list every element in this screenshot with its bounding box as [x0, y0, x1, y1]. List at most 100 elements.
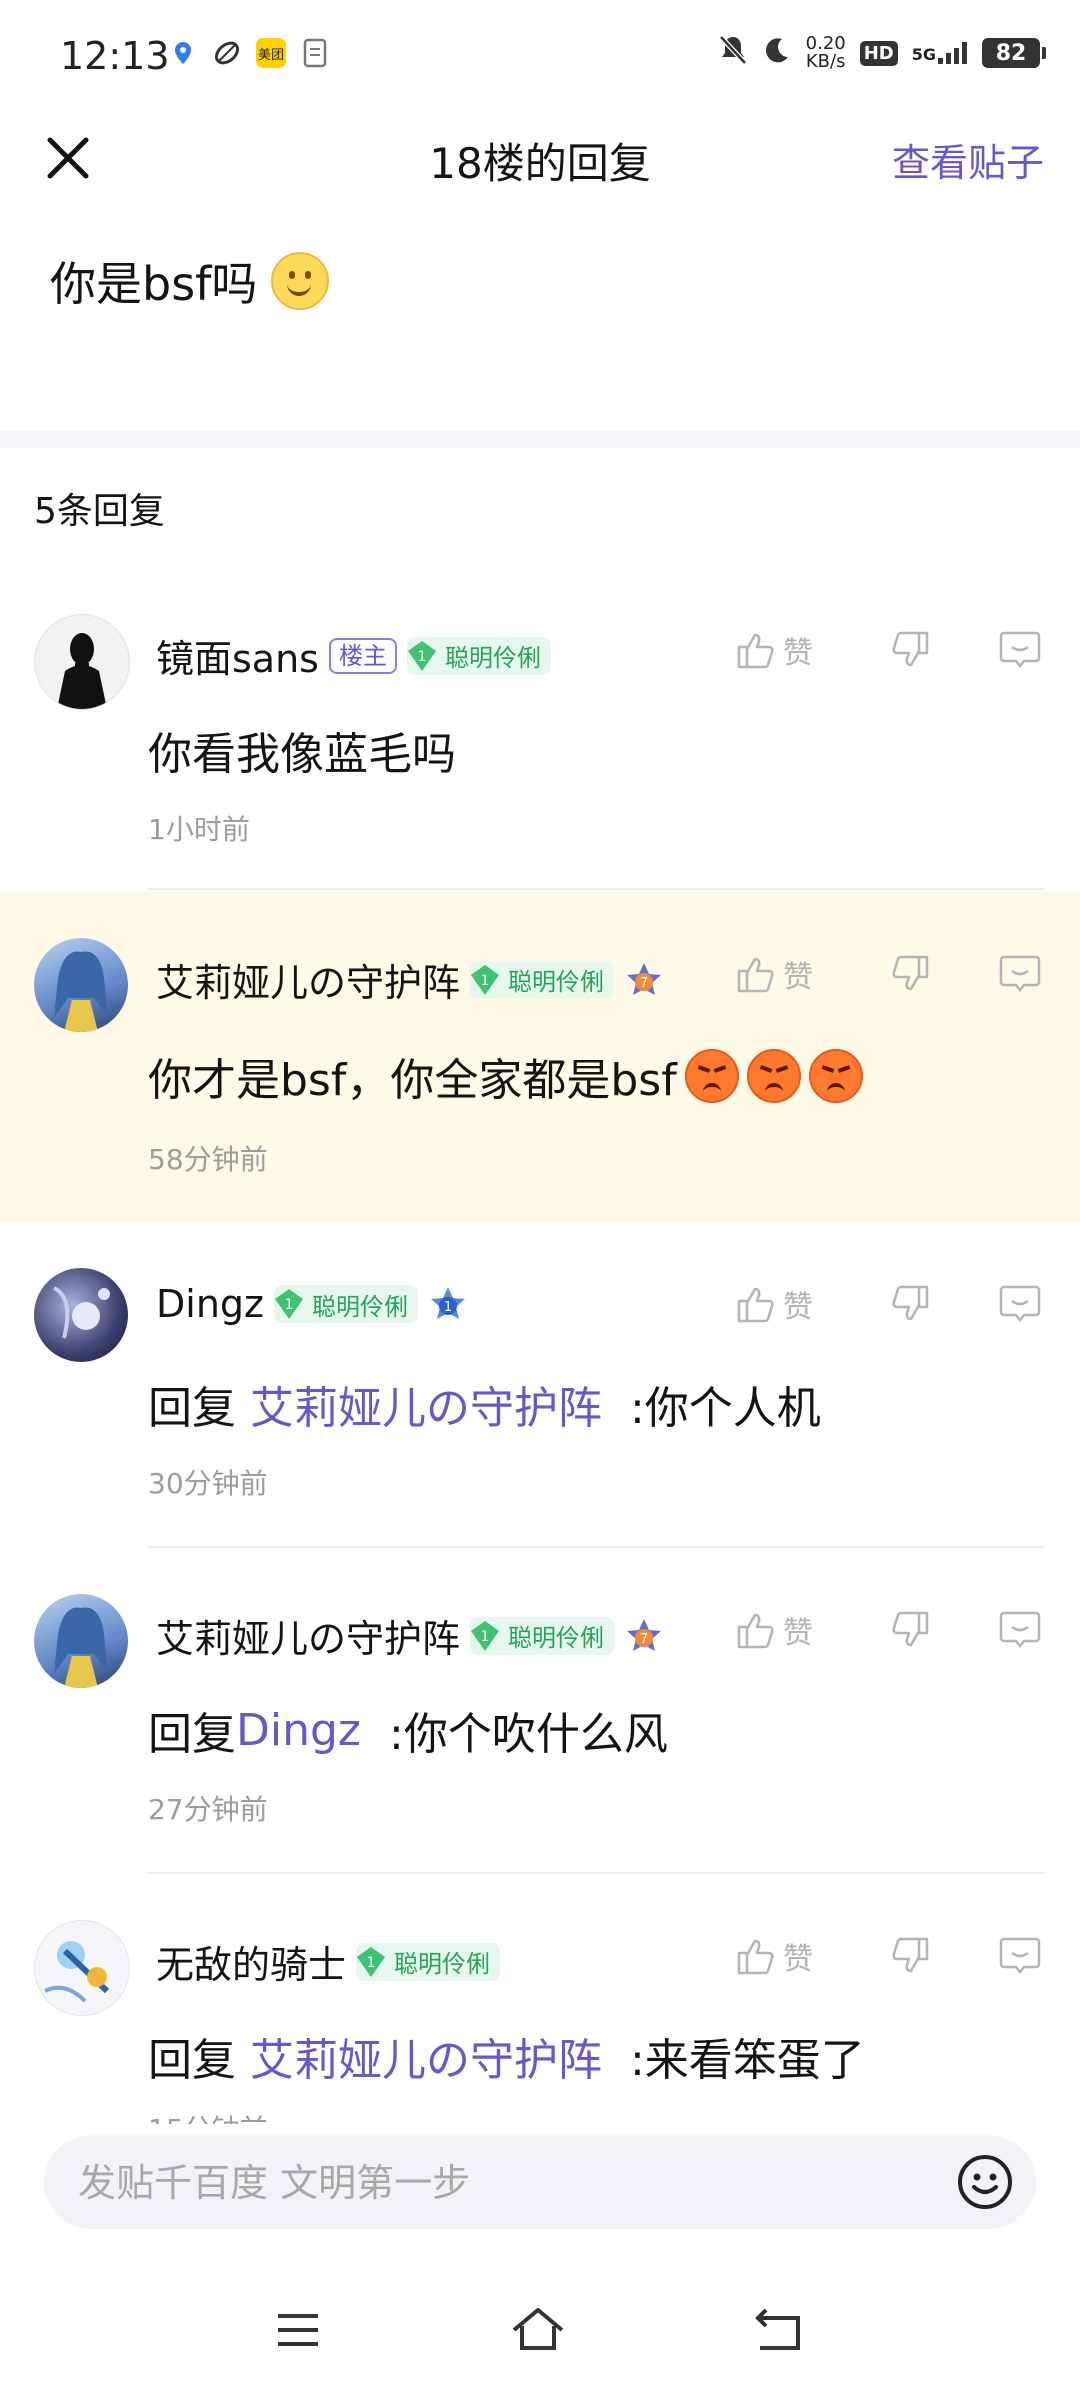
comment-button[interactable]: [965, 629, 1075, 671]
leaf-icon: [212, 38, 242, 68]
status-right-icons: 0.20 KB/s HD 5G 82: [718, 33, 1046, 72]
dislike-button[interactable]: [855, 1609, 965, 1651]
bell-muted-icon: [718, 34, 748, 72]
author-badge: 楼主: [328, 637, 397, 674]
like-button[interactable]: 赞: [735, 952, 855, 996]
reply-header: 无敌的骑士 1 聪明伶俐: [156, 1934, 501, 1989]
map-pin-icon: [168, 38, 198, 68]
reply-header: Dingz 1 聪明伶俐 1: [156, 1282, 468, 1326]
home-icon[interactable]: [508, 2300, 568, 2360]
svg-text:1: 1: [367, 1955, 376, 1971]
avatar[interactable]: [34, 1268, 128, 1362]
like-button[interactable]: 赞: [735, 628, 855, 672]
level-badge: 1 聪明伶俐: [273, 1285, 418, 1323]
thumbs-up-icon: [737, 633, 774, 669]
reply-to-link[interactable]: 艾莉娅儿の守护阵: [250, 1372, 602, 1436]
reply-time: 58分钟前: [148, 1143, 268, 1176]
comment-icon: [999, 1611, 1041, 1649]
avatar[interactable]: [34, 614, 130, 710]
battery-icon: 82: [982, 38, 1046, 68]
reply-time: 15分钟前: [148, 2108, 268, 2124]
compose-bar: [44, 2135, 1036, 2231]
reply-text: 你看我像蓝毛吗: [148, 729, 456, 780]
net-speed: 0.20 KB/s: [805, 33, 846, 72]
avatar[interactable]: [34, 1920, 130, 2016]
thumbs-down-icon: [892, 955, 929, 991]
dislike-button[interactable]: [855, 1935, 965, 1977]
comment-button[interactable]: [965, 1283, 1075, 1325]
angry-emoji-icon: [684, 1049, 739, 1103]
reply-item: 艾莉娅儿の守护阵 1 聪明伶俐 7 赞 你才是bsf，你全家都是bsf 58分钟…: [0, 892, 1080, 1222]
meituan-icon: 美团: [256, 38, 286, 68]
status-app-icons: 美团: [168, 38, 330, 68]
reply-actions: 赞: [735, 628, 1075, 672]
level-badge: 1 聪明伶俐: [406, 636, 551, 675]
comment-icon: [999, 1937, 1041, 1975]
like-button[interactable]: 赞: [735, 1608, 855, 1652]
svg-text:1: 1: [285, 1297, 294, 1313]
reply-text: 回复 艾莉娅儿の守护阵 :来看笨蛋了: [148, 2024, 865, 2088]
username[interactable]: Dingz: [156, 1282, 264, 1326]
status-bar: 12:13 美团 0.20 KB/s HD 5G 82: [0, 0, 1080, 110]
thumbs-up-icon: [737, 1613, 774, 1649]
username[interactable]: 艾莉娅儿の守护阵: [156, 952, 460, 1007]
menu-icon[interactable]: [268, 2300, 328, 2360]
avatar[interactable]: [34, 938, 128, 1032]
reply-item: 镜面sans 楼主 1 聪明伶俐 赞 你看我像蓝毛吗 1小时前: [0, 590, 1080, 890]
reply-text: 回复 Dingz :你个吹什么风: [148, 1704, 668, 1761]
level-badge: 1 聪明伶俐: [470, 1616, 615, 1655]
star-level-icon: 1: [430, 1287, 465, 1319]
thumbs-down-icon: [892, 1937, 929, 1973]
section-divider: [0, 430, 1080, 448]
like-button[interactable]: 赞: [735, 1282, 855, 1326]
thumbs-up-icon: [737, 1939, 774, 1975]
hd-badge: HD: [859, 40, 898, 66]
reply-to-link[interactable]: Dingz: [236, 1705, 361, 1756]
moon-icon: [762, 35, 792, 71]
reply-time: 27分钟前: [148, 1793, 268, 1826]
divider: [148, 888, 1044, 890]
emoji-button-icon[interactable]: [956, 2153, 1014, 2211]
svg-text:1: 1: [444, 1300, 452, 1315]
comment-button[interactable]: [965, 953, 1075, 995]
comment-icon: [999, 1285, 1041, 1323]
username[interactable]: 镜面sans: [156, 628, 319, 683]
view-post-link[interactable]: 查看贴子: [892, 132, 1044, 187]
svg-text:7: 7: [640, 1632, 648, 1647]
svg-text:7: 7: [640, 976, 648, 991]
like-button[interactable]: 赞: [735, 1934, 855, 1978]
thumbs-up-icon: [737, 957, 774, 993]
comment-icon: [999, 955, 1041, 993]
reply-text: 你才是bsf，你全家都是bsf: [148, 1044, 863, 1108]
dislike-button[interactable]: [855, 1283, 965, 1325]
avatar[interactable]: [34, 1594, 128, 1688]
dislike-button[interactable]: [855, 629, 965, 671]
smile-emoji-icon: [271, 252, 330, 310]
level-gem-icon: 1: [407, 640, 436, 671]
thumbs-up-icon: [737, 1287, 774, 1323]
reply-actions: 赞: [735, 952, 1075, 996]
reply-header: 艾莉娅儿の守护阵 1 聪明伶俐 7: [156, 1608, 664, 1663]
level-gem-icon: 1: [471, 964, 500, 995]
file-icon: [300, 38, 330, 68]
reply-count: 5条回复: [34, 491, 165, 532]
star-level-icon: 7: [627, 1618, 662, 1651]
back-icon[interactable]: [748, 2300, 808, 2360]
reply-text: 回复 艾莉娅儿の守护阵 :你个人机: [148, 1372, 821, 1436]
username[interactable]: 艾莉娅儿の守护阵: [156, 1608, 460, 1663]
status-time: 12:13: [60, 34, 170, 78]
thumbs-down-icon: [892, 631, 929, 667]
reply-actions: 赞: [735, 1608, 1075, 1652]
svg-text:1: 1: [481, 1629, 490, 1645]
reply-to-link[interactable]: 艾莉娅儿の守护阵: [250, 2024, 602, 2088]
comment-button[interactable]: [965, 1609, 1075, 1651]
comment-button[interactable]: [965, 1935, 1075, 1977]
top-bar: 18楼的回复 查看贴子: [0, 110, 1080, 200]
reply-time: 1小时前: [148, 813, 250, 846]
reply-item: Dingz 1 聪明伶俐 1 赞 回复 艾莉娅儿の守护阵 :你个人机 30分钟前: [0, 1222, 1080, 1548]
dislike-button[interactable]: [855, 953, 965, 995]
level-gem-icon: 1: [357, 1946, 386, 1977]
compose-input[interactable]: [76, 2135, 940, 2231]
username[interactable]: 无敌的骑士: [156, 1934, 346, 1989]
reply-header: 镜面sans 楼主 1 聪明伶俐: [156, 628, 551, 683]
